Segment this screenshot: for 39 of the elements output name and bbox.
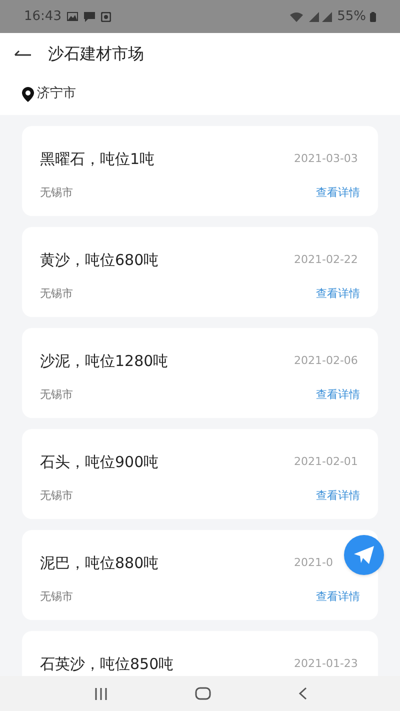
listing-title: 泥巴，吨位880吨 [40, 553, 159, 574]
image-icon [67, 12, 78, 21]
listing-date: 2021-03-03 [294, 151, 359, 167]
listing-card[interactable]: 黄沙，吨位680吨 2021-02-22 无锡市 查看详情 [22, 227, 378, 317]
location-label[interactable]: 济宁市 [37, 84, 76, 104]
listing-title: 石英沙，吨位850吨 [40, 654, 174, 675]
listing-title: 黑曜石，吨位1吨 [40, 149, 155, 170]
message-icon [84, 12, 96, 22]
listing-card[interactable]: 沙泥，吨位1280吨 2021-02-06 无锡市 查看详情 [22, 328, 378, 418]
location-pin-icon [22, 86, 34, 102]
battery-icon [370, 12, 376, 22]
listing-date: 2021-01-23 [294, 656, 359, 672]
paper-plane-icon [354, 546, 374, 564]
wifi-icon [290, 12, 304, 22]
listing-card[interactable]: 泥巴，吨位880吨 2021-0 无锡市 查看详情 [22, 530, 378, 620]
battery-percentage: 55% [337, 8, 366, 26]
listing-city: 无锡市 [40, 488, 73, 504]
listing-city: 无锡市 [40, 184, 73, 200]
home-icon[interactable] [194, 687, 210, 700]
listing-date: 2021-02-22 [294, 252, 359, 268]
listing-card[interactable]: 石头，吨位900吨 2021-02-01 无锡市 查看详情 [22, 429, 378, 519]
status-time: 16:43 [24, 8, 62, 26]
listing-title: 石头，吨位900吨 [40, 452, 159, 473]
listing-date: 2021-02-06 [294, 353, 359, 369]
listing-city: 无锡市 [40, 588, 73, 604]
square-icon [101, 12, 112, 22]
recent-apps-icon[interactable] [94, 688, 108, 700]
listing-card[interactable]: 石英沙，吨位850吨 2021-01-23 [22, 631, 378, 676]
back-icon[interactable] [298, 687, 306, 700]
listing-card[interactable]: 黑曜石，吨位1吨 2021-03-03 无锡市 查看详情 [22, 126, 378, 216]
listing-title: 黄沙，吨位680吨 [40, 250, 159, 271]
listing-date: 2021-0 [294, 555, 334, 571]
listing-city: 无锡市 [40, 386, 73, 402]
listing-city: 无锡市 [40, 286, 73, 302]
back-arrow-icon[interactable] [14, 50, 32, 58]
listing-date: 2021-02-01 [294, 454, 359, 470]
page-title: 沙石建材市场 [48, 43, 144, 65]
signal-icon [307, 12, 334, 22]
listing-title: 沙泥，吨位1280吨 [40, 351, 168, 372]
